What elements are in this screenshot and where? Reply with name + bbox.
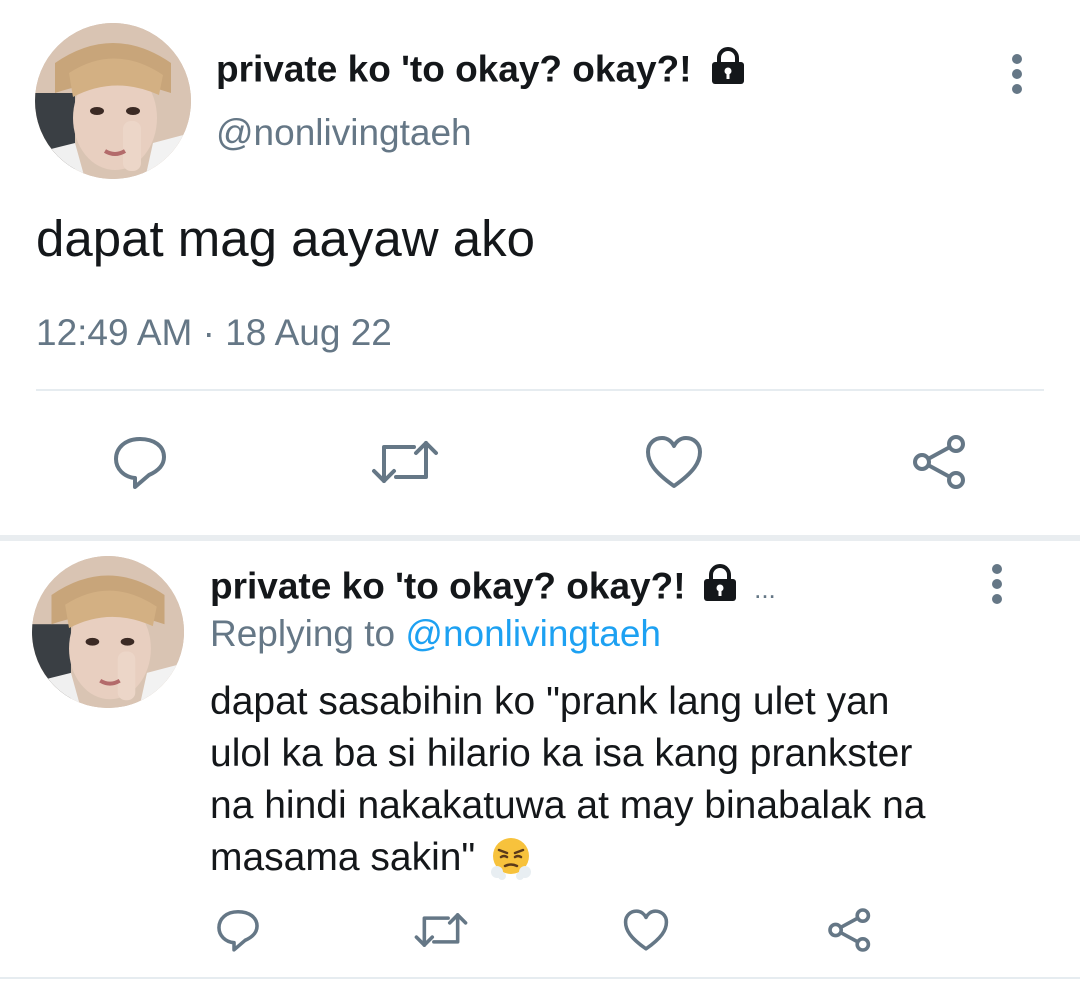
display-name[interactable]: private ko 'to okay? okay?! ... [210,563,776,614]
display-name-text[interactable]: private ko 'to okay? okay?! [210,565,686,606]
like-icon[interactable] [642,430,706,494]
retweet-icon[interactable] [412,904,470,956]
reply-text: dapat sasabihin ko "prank lang ulet yan … [210,676,925,884]
avatar[interactable] [32,556,184,708]
reply-text-line: dapat sasabihin ko "prank lang ulet yan [210,680,890,723]
replying-to: Replying to @nonlivingtaeh [210,611,661,657]
reply-text-line: ulol ka ba si hilario ka isa kang pranks… [210,732,913,775]
display-name-text[interactable]: private ko 'to okay? okay?! [216,48,692,89]
lock-icon [700,563,740,614]
name-ellipsis: ... [754,574,776,605]
replying-to-link[interactable]: @nonlivingtaeh [405,613,661,654]
share-icon[interactable] [824,904,876,956]
reply-text-line: masama sakin" [210,836,476,879]
reply-icon[interactable] [108,430,172,494]
timestamp[interactable]: 12:49 AM · 18 Aug 22 [36,310,392,356]
display-name[interactable]: private ko 'to okay? okay?! [216,46,748,97]
replying-to-label: Replying to [210,613,396,654]
divider [36,389,1044,391]
like-icon[interactable] [620,904,672,956]
divider [0,977,1080,979]
lock-icon [708,46,748,97]
more-options-icon[interactable] [997,44,1037,104]
reply-text-line-last: masama sakin" [210,832,925,884]
divider [0,535,1080,541]
share-icon[interactable] [908,430,972,494]
reply-icon[interactable] [212,904,264,956]
tweet-text: dapat mag aayaw ako [36,210,535,267]
steam-face-emoji-icon [489,836,533,880]
reply-text-line: na hindi nakakatuwa at may binabalak na [210,784,926,827]
more-options-icon[interactable] [977,554,1017,614]
handle[interactable]: @nonlivingtaeh [216,110,472,156]
retweet-icon[interactable] [370,430,440,494]
avatar[interactable] [35,23,191,179]
